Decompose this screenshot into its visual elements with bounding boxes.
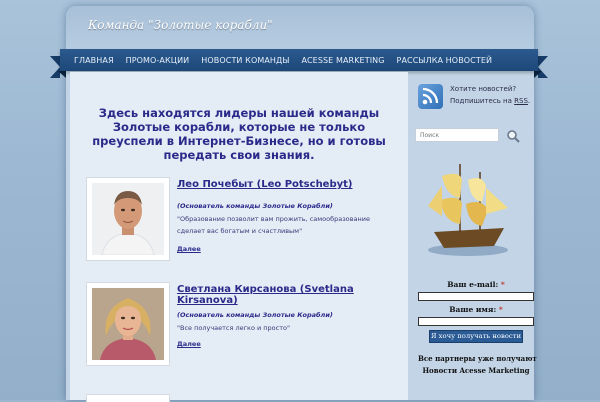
member-role: (Основатель команды Золотые Корабли): [177, 202, 333, 210]
site-title[interactable]: Команда "Золотые корабли": [88, 18, 273, 32]
nav-item-team-news[interactable]: НОВОСТИ КОМАНДЫ: [201, 56, 289, 65]
main-nav: ГЛАВНАЯ ПРОМО-АКЦИИ НОВОСТИ КОМАНДЫ ACES…: [60, 49, 538, 71]
search-icon: [507, 130, 520, 143]
email-label: Ваш e-mail: *: [447, 280, 505, 289]
member-quote: "Образование позволит вам прожить, самоо…: [177, 215, 370, 235]
nav-item-home[interactable]: ГЛАВНАЯ: [74, 56, 114, 65]
member-quote: "Все получается легко и просто": [177, 324, 290, 332]
name-field[interactable]: [418, 317, 534, 326]
member-card: Светлана Кирсанова (Svetlana Kirsanova) …: [86, 282, 402, 370]
man-portrait-image: [92, 183, 164, 255]
member-more-link[interactable]: Далее: [177, 340, 201, 348]
rss-prompt: Хотите новостей?: [450, 85, 517, 93]
nav-item-acesse-marketing[interactable]: ACESSE MARKETING: [302, 56, 385, 65]
ship-image: [420, 156, 516, 260]
member-name-link[interactable]: Светлана Кирсанова (Svetlana Kirsanova): [177, 284, 402, 306]
member-photo-frame-partial: [86, 394, 170, 402]
partners-line-1: Все партнеры уже получают: [418, 354, 537, 363]
member-more-link[interactable]: Далее: [177, 245, 201, 253]
rss-glyph-icon: [422, 87, 439, 105]
intro-heading: Здесь находятся лидеры нашей команды Зол…: [92, 106, 386, 162]
sidebar: Хотите новостей? Подпишитесь на RSS. Ваш…: [410, 72, 537, 400]
ribbon-fold-left: [58, 71, 66, 78]
rss-link[interactable]: RSS: [514, 97, 528, 105]
member-card: Лео Почебыт (Leo Potschebyt) (Основатель…: [86, 177, 402, 265]
nav-item-newsletter[interactable]: РАССЫЛКА НОВОСТЕЙ: [397, 56, 493, 65]
member-photo[interactable]: [92, 288, 164, 360]
member-photo-frame: [86, 177, 170, 261]
member-name-link[interactable]: Лео Почебыт (Leo Potschebyt): [177, 179, 402, 190]
rss-subscribe-line: Подпишитесь на RSS.: [450, 97, 530, 105]
main-content: Здесь находятся лидеры нашей команды Зол…: [70, 72, 408, 402]
nav-item-promo[interactable]: ПРОМО-АКЦИИ: [126, 56, 190, 65]
search-button[interactable]: [506, 128, 520, 143]
ribbon-fold-right: [534, 71, 542, 78]
email-field[interactable]: [418, 292, 534, 301]
rss-subscribe-text: Подпишитесь на: [450, 97, 515, 105]
member-photo-frame: [86, 282, 170, 366]
rss-icon[interactable]: [418, 84, 443, 109]
rss-subscribe-period: .: [527, 97, 531, 105]
search-input[interactable]: [415, 128, 499, 142]
subscribe-button[interactable]: Я хочу получать новости: [429, 330, 523, 343]
name-label: Ваше имя: *: [449, 305, 503, 314]
partners-line-2: Новости Acesse Marketing: [422, 366, 530, 375]
member-role: (Основатель команды Золотые Корабли): [177, 311, 333, 319]
woman-portrait-image: [92, 288, 164, 360]
member-photo[interactable]: [92, 183, 164, 255]
